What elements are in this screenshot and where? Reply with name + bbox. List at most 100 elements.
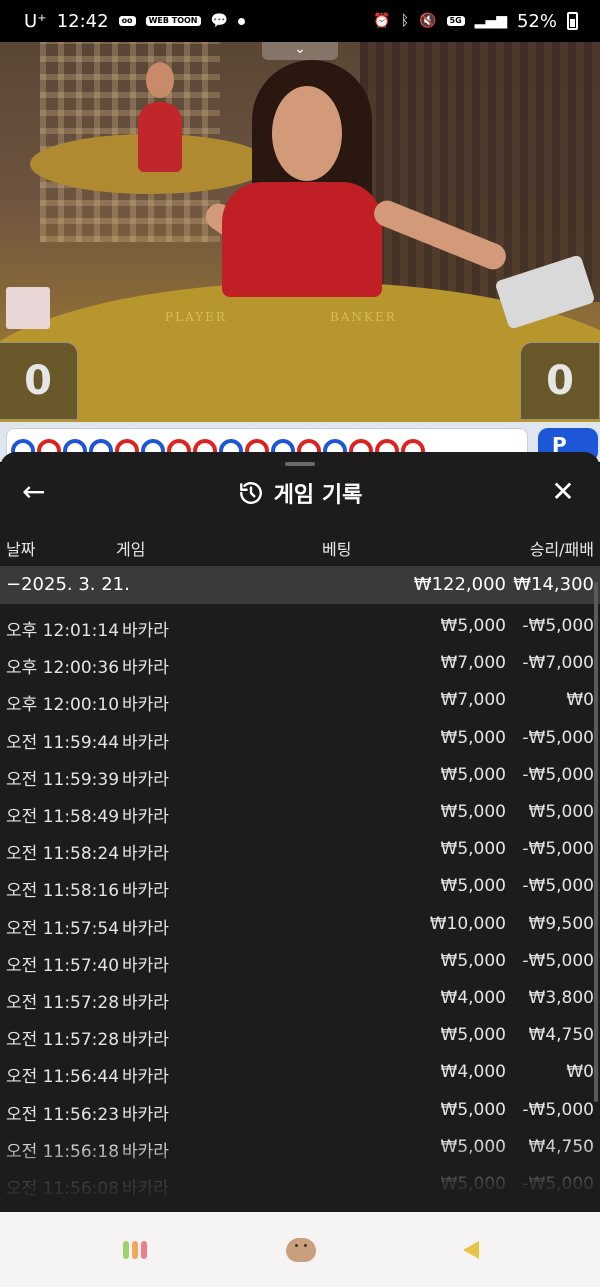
row-result: ₩4,750	[528, 1025, 594, 1046]
row-game: 바카라	[122, 955, 169, 976]
message-icon: 💬	[210, 13, 228, 29]
column-header-result[interactable]: 승리/패배	[530, 536, 594, 559]
webtoon-icon: WEB TOON	[145, 15, 201, 27]
row-game: 바카라	[122, 993, 169, 1013]
row-bet: ₩5,000	[440, 839, 506, 860]
mute-icon: 🔇	[419, 13, 437, 29]
row-time: 오전 11:59:39	[6, 769, 120, 790]
row-result: -₩5,000	[522, 1099, 594, 1120]
row-game: 바카라	[122, 769, 169, 790]
live-video[interactable]: PLAYER BANKER ⌄ 0 0	[0, 42, 600, 422]
row-game: 바카라	[122, 732, 169, 753]
recent-apps-button[interactable]	[118, 1236, 152, 1264]
row-result: -₩7,000	[522, 653, 594, 674]
dealer-body	[222, 182, 382, 297]
card-stack	[6, 287, 50, 329]
row-result: ₩3,800	[528, 988, 594, 1008]
row-game: 바카라	[122, 844, 169, 865]
row-result: -₩5,000	[522, 839, 594, 860]
felt-banker-label: BANKER	[330, 310, 397, 324]
signal-icon: ▂▄▆	[474, 13, 507, 29]
row-time: 오전 11:57:28	[6, 1030, 120, 1051]
back-triangle-icon	[463, 1241, 479, 1259]
status-right: ⏰ ᛒ 🔇 5G ▂▄▆ 52%	[373, 11, 578, 32]
row-result: -₩5,000	[522, 727, 594, 748]
close-button[interactable]: ✕	[548, 477, 578, 507]
history-row[interactable]: 오전 11:58:16 바카라 ₩5,000 -₩5,000	[0, 868, 600, 905]
history-row[interactable]: 오전 11:59:39 바카라 ₩5,000 -₩5,000	[0, 757, 600, 794]
row-time: 오전 11:57:28	[6, 993, 120, 1013]
collapse-video-button[interactable]: ⌄	[262, 42, 338, 60]
drag-handle[interactable]	[285, 462, 315, 466]
date-group-label: −2025. 3. 21.	[6, 574, 130, 595]
column-header-bet[interactable]: 베팅	[322, 536, 351, 559]
player-score: 0	[0, 342, 78, 420]
row-bet: ₩5,000	[440, 950, 506, 971]
column-header-date[interactable]: 날짜	[6, 536, 35, 559]
list-fade	[0, 1140, 600, 1212]
row-result: ₩5,000	[528, 802, 594, 822]
history-row[interactable]: 오전 11:57:28 바카라 ₩5,000 ₩4,750	[0, 1017, 600, 1054]
voicemail-icon: oo	[118, 15, 136, 27]
title-wrap: 게임 기록	[238, 477, 363, 509]
row-game: 바카라	[122, 918, 169, 939]
column-header-game[interactable]: 게임	[116, 536, 145, 559]
scrollbar[interactable]	[594, 582, 598, 1102]
history-icon	[239, 482, 262, 504]
row-bet: ₩5,000	[440, 802, 506, 822]
row-time: 오후 12:00:10	[6, 695, 120, 716]
row-bet: ₩5,000	[440, 764, 506, 785]
history-row[interactable]: 오전 11:57:28 바카라 ₩4,000 ₩3,800	[0, 980, 600, 1017]
alarm-icon: ⏰	[373, 13, 391, 29]
row-bet: ₩5,000	[440, 1025, 506, 1046]
date-group-row[interactable]: −2025. 3. 21. ₩122,000 ₩14,300	[0, 566, 600, 604]
back-nav-button[interactable]	[456, 1236, 486, 1264]
history-row[interactable]: 오후 12:00:10 바카라 ₩7,000 ₩0	[0, 682, 600, 719]
row-bet: ₩10,000	[429, 913, 506, 934]
row-game: 바카라	[122, 1030, 169, 1051]
row-time: 오전 11:58:24	[6, 844, 120, 865]
back-button[interactable]: ←	[22, 477, 52, 507]
home-button[interactable]	[284, 1236, 318, 1264]
row-time: 오전 11:59:44	[6, 732, 120, 753]
row-result: -₩5,000	[522, 616, 594, 636]
row-bet: ₩7,000	[440, 690, 506, 711]
notification-dot-icon	[237, 17, 245, 25]
row-bet: ₩4,000	[440, 1062, 506, 1083]
row-game: 바카라	[122, 1067, 169, 1088]
history-row[interactable]: 오전 11:58:49 바카라 ₩5,000 ₩5,000	[0, 794, 600, 831]
row-game: 바카라	[122, 695, 169, 716]
row-time: 오전 11:57:40	[6, 955, 120, 976]
row-time: 오전 11:58:16	[6, 881, 120, 902]
history-row[interactable]: 오전 11:56:23 바카라 ₩5,000 -₩5,000	[0, 1092, 600, 1129]
row-time: 오전 11:56:23	[6, 1104, 120, 1125]
history-row[interactable]: 오후 12:01:14 바카라 ₩5,000 -₩5,000	[0, 608, 600, 645]
status-bar: U⁺ 12:42 oo WEB TOON 💬 ⏰ ᛒ 🔇 5G ▂▄▆ 52%	[0, 0, 600, 42]
sheet-title: 게임 기록	[273, 483, 363, 508]
game-history-sheet: ← 게임 기록 ✕ 날짜 게임 베팅 승리/패배 −2025. 3. 21. ₩…	[0, 452, 600, 1212]
row-result: -₩5,000	[522, 764, 594, 785]
row-bet: ₩4,000	[440, 988, 506, 1008]
history-row[interactable]: 오전 11:59:44 바카라 ₩5,000 -₩5,000	[0, 720, 600, 757]
row-result: ₩0	[566, 690, 594, 711]
history-row[interactable]: 오전 11:56:44 바카라 ₩4,000 ₩0	[0, 1054, 600, 1091]
row-time: 오후 12:01:14	[6, 621, 120, 641]
row-game: 바카라	[122, 621, 169, 641]
row-result: -₩5,000	[522, 876, 594, 897]
history-row[interactable]: 오전 11:58:24 바카라 ₩5,000 -₩5,000	[0, 831, 600, 868]
row-bet: ₩5,000	[440, 1099, 506, 1120]
row-time: 오후 12:00:36	[6, 658, 120, 679]
history-row[interactable]: 오전 11:57:40 바카라 ₩5,000 -₩5,000	[0, 943, 600, 980]
dog-face-icon	[286, 1238, 316, 1262]
sheet-header: ← 게임 기록 ✕	[0, 470, 600, 516]
dealer-face	[272, 86, 342, 181]
row-game: 바카라	[122, 1104, 169, 1125]
history-row[interactable]: 오후 12:00:36 바카라 ₩7,000 -₩7,000	[0, 645, 600, 682]
row-bet: ₩7,000	[440, 653, 506, 674]
date-group-total-bet: ₩122,000	[413, 574, 506, 595]
history-row[interactable]: 오전 11:57:54 바카라 ₩10,000 ₩9,500	[0, 906, 600, 943]
row-time: 오전 11:57:54	[6, 918, 120, 939]
row-time: 오전 11:56:44	[6, 1067, 120, 1088]
navigation-bar	[0, 1212, 600, 1287]
clock: 12:42	[56, 10, 109, 32]
